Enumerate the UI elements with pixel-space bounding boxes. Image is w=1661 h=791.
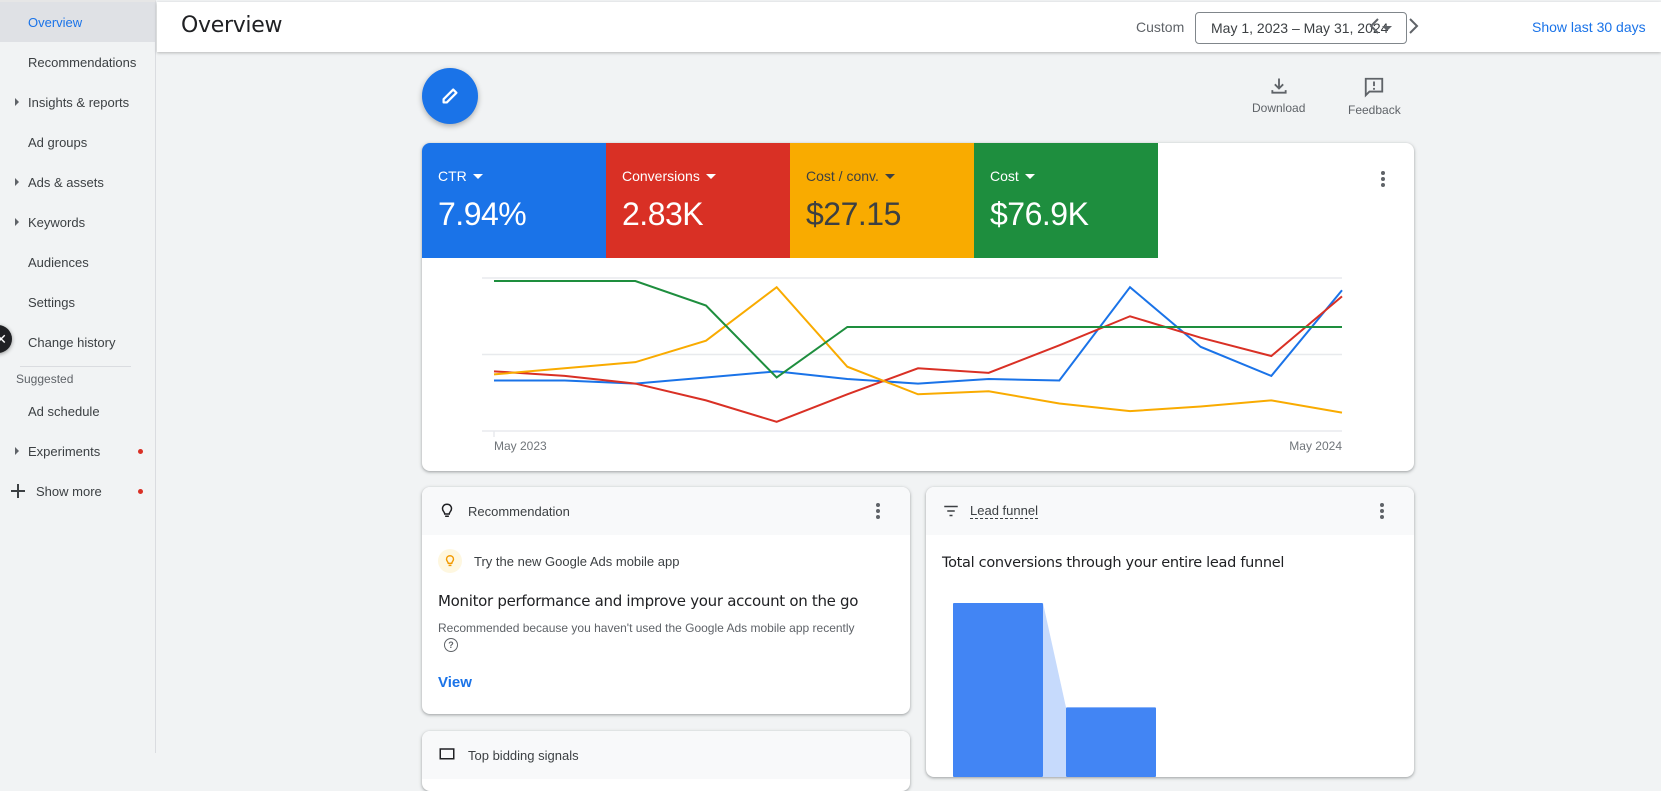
sidebar-item-label: Audiences — [28, 254, 89, 270]
recommendation-more-button[interactable] — [866, 499, 890, 523]
recommendation-description: Recommended because you haven't used the… — [438, 620, 894, 652]
performance-card: CTR 7.94% Conversions 2.83K Cost / conv. $27.… — [422, 143, 1414, 471]
sidebar-item-label: Keywords — [28, 214, 86, 230]
funnel-bar[interactable] — [1066, 707, 1156, 777]
x-tick-label: May 2024 — [1289, 439, 1342, 453]
sidebar-item-label: Change history — [28, 334, 116, 350]
recommendation-reason: Recommended because you haven't used the… — [438, 621, 855, 635]
feedback-button[interactable]: Feedback — [1348, 76, 1401, 117]
sidebar-item-recommendations[interactable]: Recommendations — [0, 42, 155, 82]
date-range-type: Custom — [1136, 19, 1185, 35]
sidebar-item-label: Recommendations — [28, 54, 137, 70]
pencil-icon — [442, 88, 458, 104]
funnel-flow — [1043, 603, 1066, 777]
next-period-button[interactable] — [1401, 14, 1425, 42]
sidebar-item-label: Ads & assets — [28, 174, 104, 190]
bidding-signals-header: Top bidding signals — [422, 731, 910, 779]
recommendation-header: Recommendation — [422, 487, 910, 535]
show-more-label: Show more — [36, 483, 102, 499]
sidebar-item-label: Ad schedule — [28, 403, 100, 419]
recommendation-chip-text: Try the new Google Ads mobile app — [474, 553, 680, 569]
lightbulb-badge-icon — [438, 549, 462, 573]
recommendation-chip: Try the new Google Ads mobile app — [438, 549, 894, 573]
series-line-conversions[interactable] — [493, 295, 1343, 423]
sidebar-item-change-history[interactable]: Change history — [0, 322, 155, 362]
lead-funnel-title: Total conversions through your entire le… — [942, 555, 1285, 571]
x-tick-label: May 2023 — [494, 439, 547, 453]
chevron-right-icon — [1409, 18, 1419, 34]
sidebar: Overview Recommendations Insights & report… — [0, 0, 156, 753]
expand-caret-icon — [15, 98, 19, 106]
recommendation-title: Monitor performance and improve your acc… — [438, 592, 859, 610]
sidebar-item-overview[interactable]: Overview — [0, 2, 155, 42]
series-line-cost-conv[interactable] — [493, 285, 1343, 414]
sidebar-item-experiments[interactable]: Experiments — [0, 431, 155, 471]
bidding-signals-heading: Top bidding signals — [468, 747, 579, 763]
close-icon: ✕ — [0, 330, 7, 347]
expand-caret-icon — [15, 447, 19, 455]
sidebar-item-label: Ad groups — [28, 134, 88, 150]
sidebar-item-ad-groups[interactable]: Ad groups — [0, 122, 155, 162]
suggested-nav: Ad schedule Experiments — [0, 391, 155, 471]
sidebar-item-ad-schedule[interactable]: Ad schedule — [0, 391, 155, 431]
funnel-bar[interactable] — [953, 603, 1043, 777]
show-last-30-days-link[interactable]: Show last 30 days — [1532, 19, 1646, 35]
feedback-label: Feedback — [1348, 103, 1401, 117]
download-button[interactable]: Download — [1252, 76, 1305, 115]
notification-dot — [138, 489, 143, 494]
recommendation-card: Recommendation Try the new Google Ads mo… — [422, 487, 910, 714]
lead-funnel-more-button[interactable] — [1370, 499, 1394, 523]
expand-caret-icon — [15, 218, 19, 226]
sidebar-item-label: Experiments — [28, 443, 101, 459]
monitor-icon — [439, 748, 455, 760]
feedback-icon — [1365, 77, 1384, 98]
download-icon — [1271, 78, 1287, 94]
notification-dot — [138, 449, 143, 454]
performance-chart: May 2023 May 2024 — [482, 277, 1343, 453]
expand-caret-icon — [15, 178, 19, 186]
more-vert-icon — [876, 503, 880, 507]
sidebar-item-keywords[interactable]: Keywords — [0, 202, 155, 242]
top-bar: Overview Custom May 1, 2023 – May 31, 20… — [157, 2, 1661, 52]
sidebar-item-label: Settings — [28, 294, 75, 310]
previous-period-button[interactable] — [1363, 14, 1387, 42]
filter-icon — [944, 505, 958, 517]
show-more-button[interactable]: Show more — [0, 471, 155, 511]
lead-funnel-card: Lead funnel Total conversions through yo… — [926, 487, 1414, 777]
recommendation-heading: Recommendation — [468, 503, 570, 519]
sidebar-item-label: Overview — [28, 14, 83, 30]
download-label: Download — [1252, 101, 1306, 115]
bidding-signals-card: Top bidding signals — [422, 731, 910, 791]
page-title: Overview — [181, 13, 283, 38]
plus-icon — [11, 484, 25, 498]
chevron-left-icon — [1369, 18, 1379, 34]
suggested-heading: Suggested — [16, 372, 74, 386]
sidebar-item-settings[interactable]: Settings — [0, 282, 155, 322]
sidebar-item-audiences[interactable]: Audiences — [0, 242, 155, 282]
edit-fab-button[interactable] — [422, 68, 478, 124]
sidebar-nav: Overview Recommendations Insights & report… — [0, 2, 155, 362]
help-icon[interactable]: ? — [444, 638, 458, 652]
lead-funnel-heading[interactable]: Lead funnel — [970, 503, 1038, 519]
date-range-value: May 1, 2023 – May 31, 2024 — [1211, 20, 1389, 36]
sidebar-item-ads-assets[interactable]: Ads & assets — [0, 162, 155, 202]
lead-funnel-chart — [953, 603, 1156, 777]
view-recommendation-link[interactable]: View — [438, 674, 472, 691]
sidebar-item-label: Insights & reports — [28, 94, 130, 110]
lead-funnel-header: Lead funnel — [926, 487, 1414, 535]
more-vert-icon — [1380, 503, 1384, 507]
lightbulb-icon — [441, 503, 453, 517]
sidebar-item-insights-reports[interactable]: Insights & reports — [0, 82, 155, 122]
